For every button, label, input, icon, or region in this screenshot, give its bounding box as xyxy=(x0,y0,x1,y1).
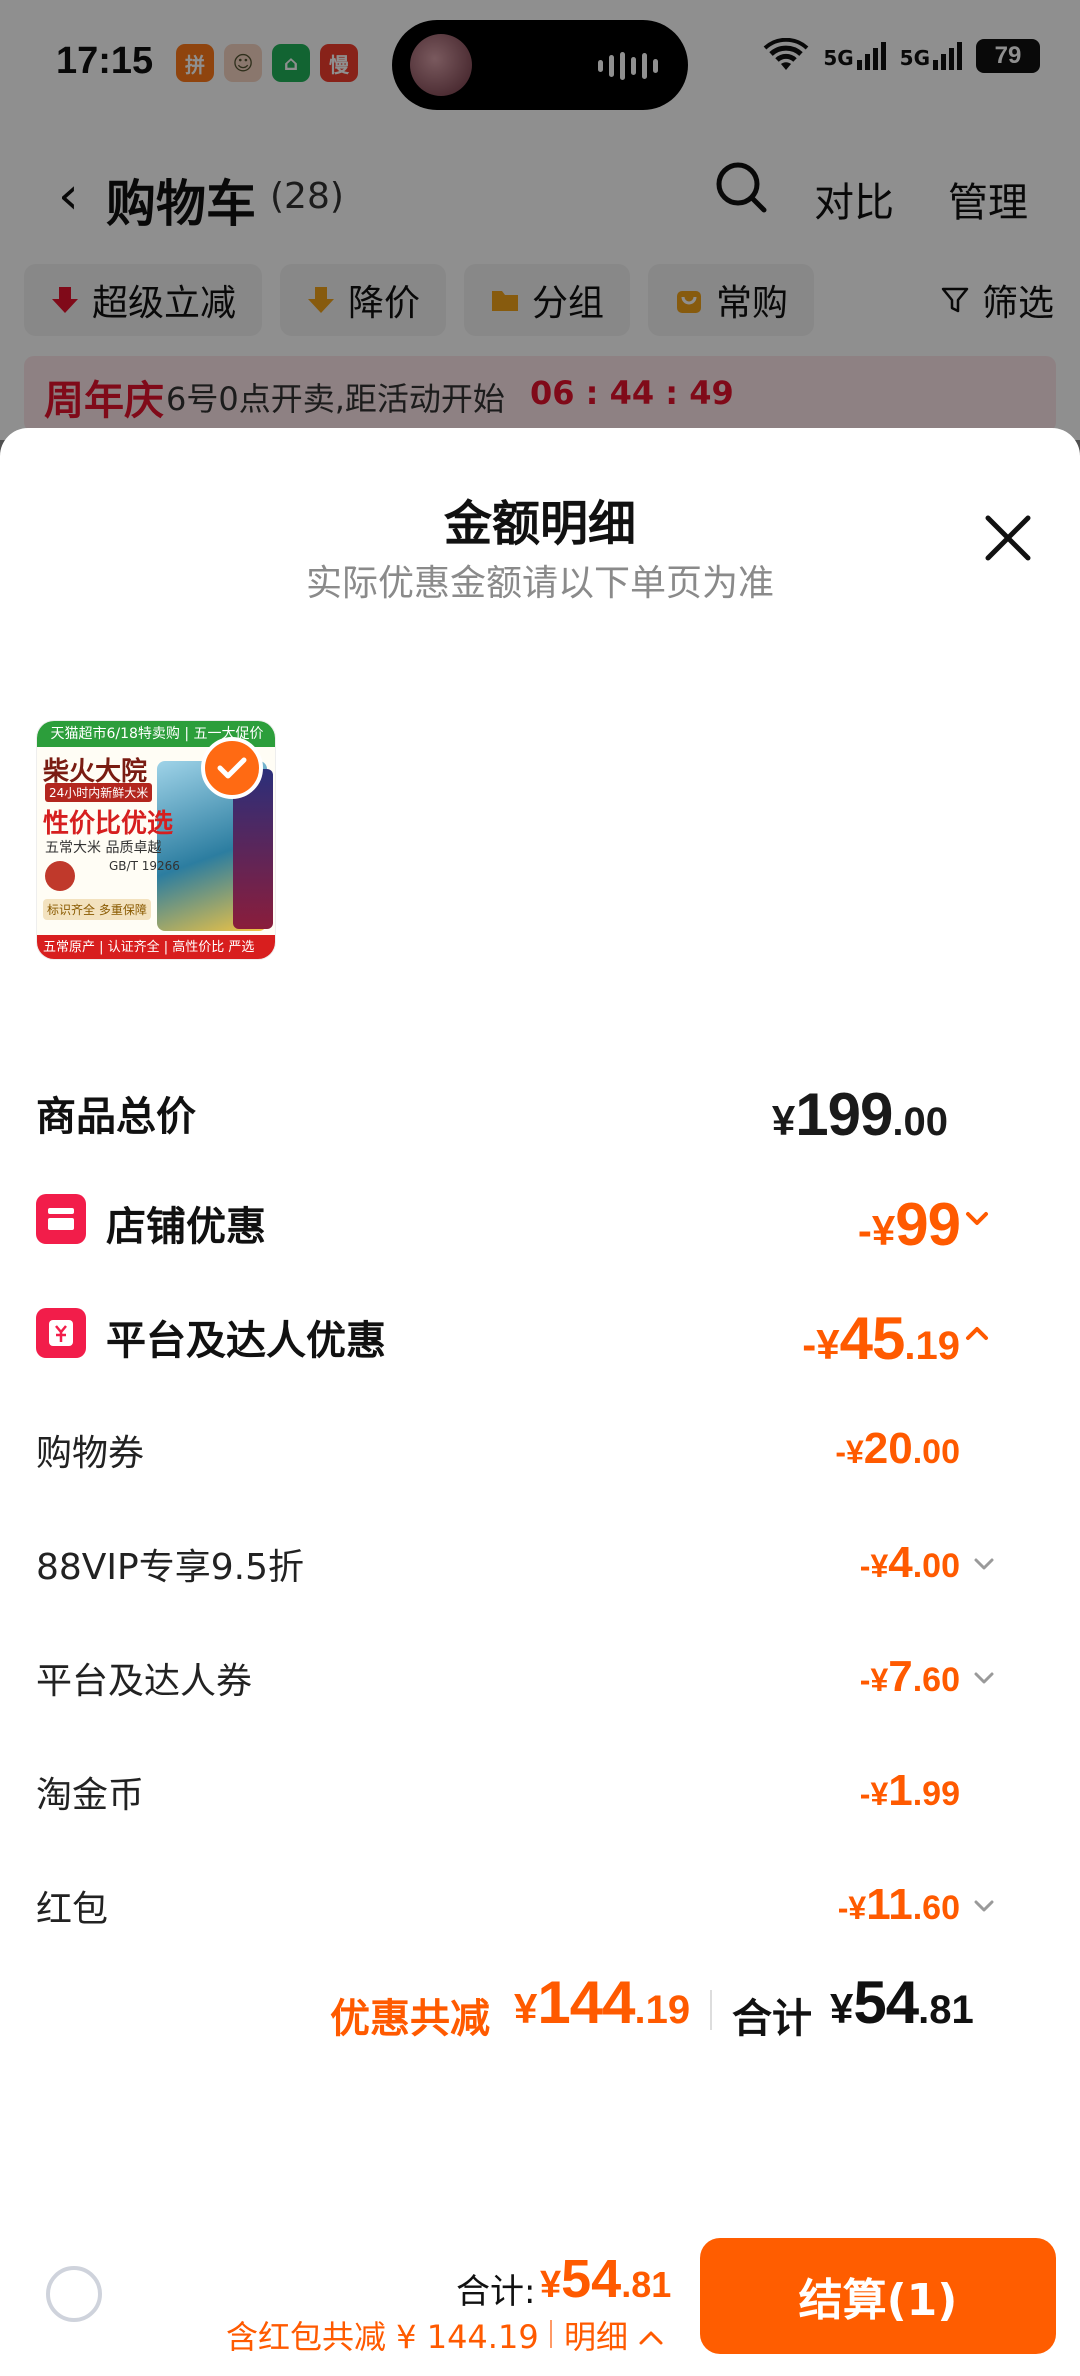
value-int: 54 xyxy=(561,2249,622,2309)
row-total-price: 商品总价 ¥199.00 xyxy=(36,1080,1044,1150)
chevron-down-icon[interactable] xyxy=(970,1892,998,1920)
sub-label: 购物券 xyxy=(36,1433,145,1474)
currency: ¥ xyxy=(830,1985,854,2032)
sub-value: -¥4.00 xyxy=(860,1538,960,1588)
row-value: -¥45.19 xyxy=(802,1304,960,1373)
checkmark-icon xyxy=(217,757,247,779)
currency: -¥ xyxy=(857,1207,896,1254)
sheet-subtitle: 实际优惠金额请以下单页为准 xyxy=(305,563,774,604)
coupon-yen-icon xyxy=(36,1308,86,1358)
discount-label: 优惠共减 xyxy=(330,1996,490,2042)
total-value: ¥54.81 xyxy=(830,1968,974,2037)
value-int: 11 xyxy=(866,1880,913,1929)
sub-label: 平台及达人券 xyxy=(36,1661,253,1702)
detail-toggle[interactable]: 明细 xyxy=(564,2312,664,2358)
close-icon[interactable] xyxy=(978,508,1038,568)
select-all-checkbox[interactable] xyxy=(46,2266,102,2322)
amount-detail-sheet: 金额明细 实际优惠金额请以下单页为准 天猫超市6/18特卖购 | 五一大促价 柴… xyxy=(0,428,1080,2376)
value-dec: .19 xyxy=(634,1988,691,2032)
sub-row-platform-coupon[interactable]: 平台及达人券 -¥7.60 xyxy=(36,1652,1044,1712)
value-int: 1 xyxy=(888,1766,913,1815)
value-int: 4 xyxy=(888,1538,913,1587)
sub-label: 88VIP专享9.5折 xyxy=(36,1547,305,1588)
sub-value: -¥1.99 xyxy=(860,1766,960,1816)
value-int: 99 xyxy=(895,1191,961,1258)
bottom-total-value: ¥54.81 xyxy=(540,2248,671,2310)
row-label: 店铺优惠 xyxy=(106,1204,266,1250)
sub-value: -¥20.00 xyxy=(835,1424,960,1474)
row-value: -¥99 xyxy=(857,1190,961,1259)
value-dec: .19 xyxy=(904,1324,960,1368)
value-int: 45 xyxy=(839,1305,906,1372)
product-standard: GB/T 19266 xyxy=(109,859,180,873)
product-thumbnail[interactable]: 天猫超市6/18特卖购 | 五一大促价 柴火大院 24小时内新鲜大米 性价比优选… xyxy=(36,720,276,960)
product-sub-tag: 24小时内新鲜大米 xyxy=(45,783,153,802)
sub-row-shopping-coupon: 购物券 -¥20.00 xyxy=(36,1424,1044,1484)
value-dec: .60 xyxy=(912,1889,960,1927)
value-int: 54 xyxy=(853,1969,919,2036)
product-slogan: 性价比优选 xyxy=(43,809,174,839)
row-shop-discount[interactable]: 店铺优惠 -¥99 xyxy=(36,1190,1044,1260)
currency: ¥ xyxy=(771,1097,796,1144)
red-packet-note: 含红包共减 ¥ 144.19 xyxy=(226,2318,539,2356)
product-bottom-banner: 五常原产 | 认证齐全 | 高性价比 严选 xyxy=(37,935,275,959)
sub-value: -¥11.60 xyxy=(838,1880,960,1930)
chevron-down-icon[interactable] xyxy=(970,1550,998,1578)
currency: -¥ xyxy=(859,1776,889,1812)
value-dec: .00 xyxy=(912,1433,960,1471)
value-dec: .99 xyxy=(912,1775,960,1813)
sub-row-88vip[interactable]: 88VIP专享9.5折 -¥4.00 xyxy=(36,1538,1044,1598)
row-value: ¥199.00 xyxy=(772,1080,948,1149)
value-dec: .81 xyxy=(918,1988,974,2032)
checkout-button[interactable]: 结算(1) xyxy=(700,2238,1056,2354)
value-dec: .00 xyxy=(912,1547,960,1585)
detail-label: 明细 xyxy=(564,2318,629,2356)
divider xyxy=(710,1990,712,2030)
total-label: 合计 xyxy=(732,1996,812,2042)
sub-value: -¥7.60 xyxy=(860,1652,960,1702)
divider xyxy=(550,2320,552,2348)
product-feature: 标识齐全 多重保障 xyxy=(43,899,151,920)
currency: -¥ xyxy=(859,1548,889,1584)
chevron-down-icon[interactable] xyxy=(970,1664,998,1692)
value-int: 199 xyxy=(795,1081,893,1148)
currency: ¥ xyxy=(514,1985,538,2032)
chevron-up-icon[interactable] xyxy=(962,1318,992,1348)
discount-summary: 优惠共减 ¥144.19 合计 ¥54.81 xyxy=(0,1968,1080,2048)
discount-value: ¥144.19 xyxy=(514,1968,690,2037)
value-int: 144 xyxy=(537,1969,635,2036)
chevron-down-icon[interactable] xyxy=(962,1204,992,1234)
row-label: 平台及达人优惠 xyxy=(106,1318,386,1364)
value-dec: .81 xyxy=(621,2264,672,2305)
selected-check-icon[interactable] xyxy=(201,737,263,799)
sub-label: 淘金币 xyxy=(36,1775,145,1816)
currency: -¥ xyxy=(837,1890,867,1926)
bottom-total-label: 合计: xyxy=(456,2272,536,2312)
sub-label: 红包 xyxy=(36,1889,109,1930)
value-dec: .00 xyxy=(892,1100,948,1144)
row-platform-discount[interactable]: 平台及达人优惠 -¥45.19 xyxy=(36,1304,1044,1374)
sheet-title: 金额明细 xyxy=(443,496,636,552)
row-label: 商品总价 xyxy=(36,1094,196,1140)
value-dec: .60 xyxy=(912,1661,960,1699)
checkout-bar: 合计: ¥54.81 含红包共减 ¥ 144.19 明细 结算(1) xyxy=(0,2220,1080,2376)
value-int: 20 xyxy=(863,1424,913,1473)
seal-icon xyxy=(45,861,75,891)
currency: -¥ xyxy=(802,1321,840,1368)
value-int: 7 xyxy=(888,1652,913,1701)
sub-row-red-packet[interactable]: 红包 -¥11.60 xyxy=(36,1880,1044,1940)
sub-row-taojinbi: 淘金币 -¥1.99 xyxy=(36,1766,1044,1826)
currency: -¥ xyxy=(859,1662,889,1698)
product-rice-text: 五常大米 品质卓越 xyxy=(45,840,162,856)
shop-icon xyxy=(36,1194,86,1244)
currency: ¥ xyxy=(540,2264,562,2306)
currency: -¥ xyxy=(835,1434,864,1470)
chevron-up-icon xyxy=(639,2331,663,2345)
